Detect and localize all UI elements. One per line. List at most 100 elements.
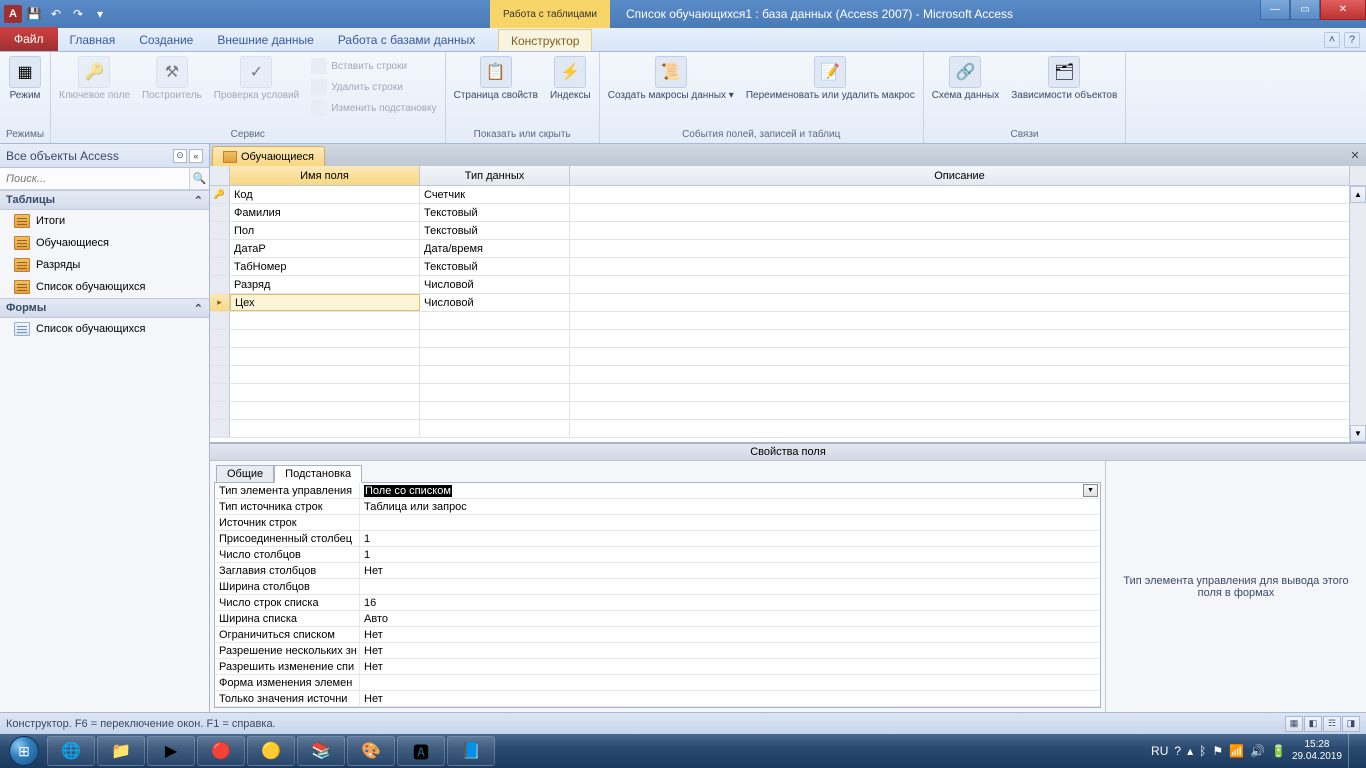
taskbar-word[interactable]: 📘: [447, 736, 495, 766]
row-selector[interactable]: [210, 204, 230, 221]
taskbar-yandex[interactable]: 🟡: [247, 736, 295, 766]
document-close-icon[interactable]: ✕: [1348, 148, 1362, 162]
layout-view-icon[interactable]: ◨: [1342, 716, 1360, 732]
property-value[interactable]: [360, 515, 1100, 530]
property-value[interactable]: 1: [360, 531, 1100, 546]
data-type-cell[interactable]: [420, 348, 570, 365]
modify-lookups-button[interactable]: Изменить подстановку: [307, 98, 440, 118]
col-field-name[interactable]: Имя поля: [230, 166, 420, 185]
design-row[interactable]: [210, 312, 1349, 330]
field-name-cell[interactable]: Пол: [230, 222, 420, 239]
row-selector[interactable]: [210, 276, 230, 293]
show-desktop-button[interactable]: [1348, 734, 1358, 768]
taskbar-opera[interactable]: 🔴: [197, 736, 245, 766]
qat-customize-icon[interactable]: ▾: [90, 4, 110, 24]
nav-item[interactable]: Список обучающихся: [0, 318, 209, 340]
scroll-track[interactable]: [1350, 203, 1366, 425]
description-cell[interactable]: [570, 222, 1349, 239]
datasheet-view-icon[interactable]: ▦: [1285, 716, 1303, 732]
data-type-cell[interactable]: Числовой: [420, 294, 570, 311]
property-value[interactable]: Нет: [360, 627, 1100, 642]
row-selector[interactable]: [210, 420, 230, 437]
data-type-cell[interactable]: Числовой: [420, 276, 570, 293]
field-name-cell[interactable]: [230, 348, 420, 365]
validation-button[interactable]: ✓Проверка условий: [210, 54, 303, 103]
row-selector[interactable]: [210, 240, 230, 257]
property-row[interactable]: Ширина столбцов: [215, 579, 1100, 595]
description-cell[interactable]: [570, 258, 1349, 275]
rename-delete-macro-button[interactable]: 📝Переименовать или удалить макрос: [742, 54, 919, 103]
tab-create[interactable]: Создание: [127, 29, 205, 51]
property-value[interactable]: Поле со списком▼: [360, 483, 1100, 498]
row-selector[interactable]: [210, 348, 230, 365]
tray-up-icon[interactable]: ▴: [1187, 744, 1193, 758]
property-row[interactable]: Число строк списка16: [215, 595, 1100, 611]
builder-button[interactable]: ⚒Построитель: [138, 54, 206, 103]
tray-flag-icon[interactable]: ⚑: [1212, 744, 1223, 758]
tray-bluetooth-icon[interactable]: ᛒ: [1199, 744, 1206, 758]
search-icon[interactable]: 🔍: [189, 168, 209, 189]
description-cell[interactable]: [570, 294, 1349, 311]
taskbar-winrar[interactable]: 📚: [297, 736, 345, 766]
property-row[interactable]: Разрешение нескольких знНет: [215, 643, 1100, 659]
object-dependencies-button[interactable]: 🗂Зависимости объектов: [1007, 54, 1121, 103]
nav-filter-icon[interactable]: ⊙: [173, 149, 187, 163]
field-name-cell[interactable]: ТабНомер: [230, 258, 420, 275]
redo-icon[interactable]: ↷: [68, 4, 88, 24]
property-sheet-button[interactable]: 📋Страница свойств: [450, 54, 542, 103]
property-row[interactable]: Источник строк: [215, 515, 1100, 531]
field-name-cell[interactable]: Разряд: [230, 276, 420, 293]
data-type-cell[interactable]: Дата/время: [420, 240, 570, 257]
description-cell[interactable]: [570, 204, 1349, 221]
taskbar-access[interactable]: 🅰: [397, 736, 445, 766]
document-tab[interactable]: Обучающиеся: [212, 146, 325, 166]
property-row[interactable]: Только значения источниНет: [215, 691, 1100, 707]
data-type-cell[interactable]: [420, 420, 570, 437]
data-type-cell[interactable]: Текстовый: [420, 258, 570, 275]
property-row[interactable]: Ограничиться спискомНет: [215, 627, 1100, 643]
property-value[interactable]: [360, 579, 1100, 594]
property-value[interactable]: Нет: [360, 659, 1100, 674]
description-cell[interactable]: [570, 402, 1349, 419]
tray-network-icon[interactable]: 📶: [1229, 744, 1244, 758]
delete-rows-button[interactable]: Удалить строки: [307, 77, 440, 97]
indexes-button[interactable]: ⚡Индексы: [546, 54, 595, 103]
nav-item[interactable]: Итоги: [0, 210, 209, 232]
design-row[interactable]: [210, 420, 1349, 438]
description-cell[interactable]: [570, 366, 1349, 383]
row-selector[interactable]: [210, 402, 230, 419]
design-row[interactable]: РазрядЧисловой: [210, 276, 1349, 294]
property-row[interactable]: Разрешить изменение спиНет: [215, 659, 1100, 675]
property-row[interactable]: Тип источника строкТаблица или запрос: [215, 499, 1100, 515]
data-type-cell[interactable]: Текстовый: [420, 222, 570, 239]
taskbar-ie[interactable]: 🌐: [47, 736, 95, 766]
property-row[interactable]: Ширина спискаАвто: [215, 611, 1100, 627]
row-selector[interactable]: [210, 330, 230, 347]
field-name-cell[interactable]: Цех: [230, 294, 420, 311]
design-row[interactable]: ▸ЦехЧисловой: [210, 294, 1349, 312]
property-value[interactable]: Нет: [360, 643, 1100, 658]
field-name-cell[interactable]: ДатаР: [230, 240, 420, 257]
field-name-cell[interactable]: [230, 384, 420, 401]
nav-item[interactable]: Разряды: [0, 254, 209, 276]
maximize-button[interactable]: ▭: [1290, 0, 1320, 20]
row-selector[interactable]: ▸: [210, 294, 230, 311]
nav-collapse-icon[interactable]: «: [189, 149, 203, 163]
clock[interactable]: 15:28 29.04.2019: [1292, 739, 1342, 763]
description-cell[interactable]: [570, 240, 1349, 257]
data-type-cell[interactable]: Текстовый: [420, 204, 570, 221]
row-selector[interactable]: [210, 258, 230, 275]
relationships-button[interactable]: 🔗Схема данных: [928, 54, 1004, 103]
tab-external-data[interactable]: Внешние данные: [205, 29, 326, 51]
row-selector[interactable]: [210, 312, 230, 329]
data-type-cell[interactable]: [420, 402, 570, 419]
tab-lookup[interactable]: Подстановка: [274, 465, 362, 483]
property-value[interactable]: 1: [360, 547, 1100, 562]
nav-search-input[interactable]: [0, 168, 189, 189]
description-cell[interactable]: [570, 186, 1349, 203]
sql-view-icon[interactable]: ☶: [1323, 716, 1341, 732]
field-name-cell[interactable]: [230, 312, 420, 329]
primary-key-button[interactable]: 🔑Ключевое поле: [55, 54, 134, 103]
undo-icon[interactable]: ↶: [46, 4, 66, 24]
scroll-down-icon[interactable]: ▼: [1350, 425, 1366, 442]
